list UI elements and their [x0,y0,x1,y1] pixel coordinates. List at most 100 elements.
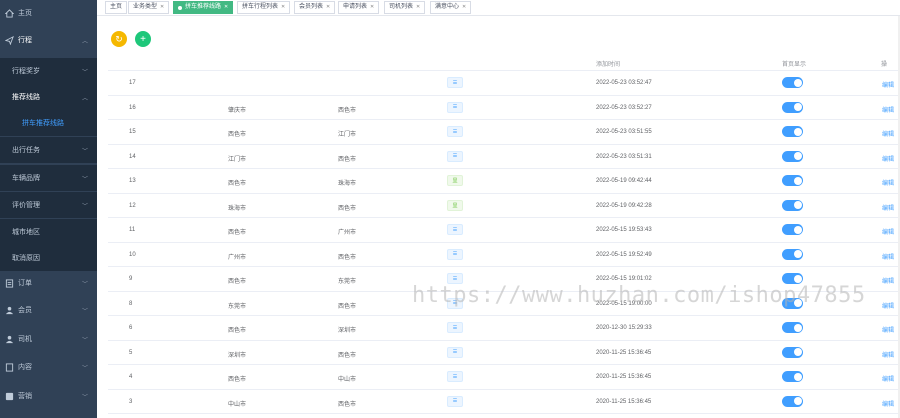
marketing-icon [5,392,14,401]
close-icon[interactable]: ✕ [326,2,330,13]
sidebar-item-cancel-reasons[interactable]: 取消原因 [0,245,97,271]
home-display-toggle[interactable] [782,346,803,358]
row-added-time: 2022-05-15 19:01:02 [596,276,652,282]
edit-link[interactable]: 编辑 [882,203,894,212]
sidebar-item-members[interactable]: 会员 ﹀ [0,301,97,319]
home-display-toggle[interactable] [782,175,803,186]
row-from-city: 西色市 [228,377,247,383]
edit-link[interactable]: 编辑 [882,154,894,163]
row-added-time: 2020-11-25 15:36:45 [596,398,652,405]
home-display-toggle[interactable] [782,77,803,88]
sidebar-item-label: 评价管理 [12,202,40,209]
sidebar-item-label: 会员 [18,307,32,314]
row-to-city: 珠海市 [338,181,357,187]
sidebar-item-vehicle-brands[interactable]: 车辆品牌 ﹀ [0,165,97,191]
home-display-toggle[interactable] [782,322,803,333]
row-to-city: 广州市 [338,230,357,236]
sidebar-item-marketing[interactable]: 营销 ﹀ [0,387,97,405]
send-icon [4,35,14,45]
tab-carpool-trips[interactable]: 拼车行程列表 ✕ [237,1,291,14]
refresh-button[interactable]: ↻ [111,31,127,47]
tab-carpool-routes[interactable]: 拼车推荐线路 ✕ [173,1,234,14]
sidebar-item-trip-reward[interactable]: 行程奖岁 ﹀ [0,58,97,84]
edit-link[interactable]: 编辑 [882,325,894,334]
tab-home[interactable]: 主页 [105,1,128,14]
home-display-toggle[interactable] [782,248,803,260]
row-to-city: 西色市 [338,303,357,310]
sidebar-item-home[interactable]: 主页 [0,4,97,22]
close-icon[interactable]: ✕ [370,2,374,13]
row-type-tag: 显 [447,199,463,211]
sidebar-item-cities[interactable]: 城市地区 [0,219,97,245]
tabs-bar: 主页 业务类型 ✕ 拼车推荐线路 ✕ 拼车行程列表 ✕ 会员列表 ✕ 申请列表 ✕ 司机列… [97,0,900,16]
edit-link[interactable]: 编辑 [882,178,894,187]
row-id: 8 [129,300,133,307]
row-from-city: 西色市 [228,328,247,334]
tab-label: 司机列表 [389,4,414,10]
home-display-toggle[interactable] [782,199,803,211]
home-display-toggle[interactable] [782,126,803,137]
edit-link[interactable]: 编辑 [882,252,894,261]
edit-link[interactable]: 编辑 [882,399,894,408]
table-row: 13 西色市 珠海市 显 2022-05-19 09:42:44 编辑 [108,169,900,194]
row-from-city: 东莞市 [228,303,247,310]
sidebar-item-content[interactable]: 内容 ﹀ [0,358,97,376]
table-header: 添加时间 首页显示 操 [108,55,900,71]
edit-link[interactable]: 编辑 [882,105,894,114]
edit-link[interactable]: 编辑 [882,276,894,285]
close-icon[interactable]: ✕ [462,2,466,13]
row-added-time: 2022-05-19 09:42:28 [596,202,652,209]
row-from-city: 肇庆市 [228,107,247,114]
edit-link[interactable]: 编辑 [882,129,894,138]
row-from-city: 广州市 [228,254,247,261]
home-display-toggle[interactable] [782,371,803,382]
column-header-home-display: 首页显示 [782,62,807,68]
close-icon[interactable]: ✕ [224,2,228,13]
chevron-down-icon: ﹀ [81,203,88,210]
sidebar-item-trip[interactable]: 行程 ︿ [0,31,97,49]
row-id: 4 [129,374,133,380]
chevron-up-icon: ︿ [81,95,88,102]
table-row: 12 珠海市 西色市 显 2022-05-19 09:42:28 编辑 [108,194,900,218]
close-icon[interactable]: ✕ [160,2,164,13]
row-type-tag: 显 [447,175,463,186]
home-display-toggle[interactable] [782,395,803,407]
sidebar-item-carpool-routes[interactable]: 拼车推荐线路 [0,110,97,136]
row-type-tag: ☰ [447,346,463,358]
tab-member-list[interactable]: 会员列表 ✕ [294,1,336,14]
row-type-tag: ☰ [447,395,463,407]
row-to-city: 西色市 [338,352,357,359]
tab-driver-list[interactable]: 司机列表 ✕ [384,1,426,14]
row-from-city: 深圳市 [228,352,247,359]
row-id: 16 [129,104,136,111]
edit-link[interactable]: 编辑 [882,80,894,89]
add-button[interactable]: + [135,31,151,47]
home-display-toggle[interactable] [782,101,803,113]
sidebar-item-trip-tasks[interactable]: 出行任务 ﹀ [0,137,97,163]
row-id: 10 [129,251,136,258]
row-id: 12 [129,202,136,209]
edit-link[interactable]: 编辑 [882,301,894,310]
close-icon[interactable]: ✕ [416,2,420,13]
row-to-city: 东莞市 [338,279,357,285]
home-display-toggle[interactable] [782,224,803,235]
edit-link[interactable]: 编辑 [882,350,894,359]
edit-link[interactable]: 编辑 [882,374,894,383]
row-type-tag: ☰ [447,126,463,137]
home-display-toggle[interactable] [782,150,803,162]
tab-business-type[interactable]: 业务类型 ✕ [128,1,170,14]
sidebar-item-label: 出行任务 [12,147,40,154]
sidebar-item-orders[interactable]: 订单 ﹀ [0,274,97,292]
sidebar-item-drivers[interactable]: 司机 ﹀ [0,330,97,348]
edit-link[interactable]: 编辑 [882,227,894,236]
sidebar-item-label: 行程奖岁 [12,68,40,75]
sidebar-item-recommended-routes[interactable]: 推荐线路 ︿ [0,84,97,110]
close-icon[interactable]: ✕ [281,2,285,13]
tab-satisfaction[interactable]: 满意中心 ✕ [430,1,472,14]
row-to-city: 西色市 [338,254,357,261]
rotate-icon: ↻ [115,33,123,44]
tab-apply-list[interactable]: 申请列表 ✕ [338,1,380,14]
row-from-city: 中山市 [228,401,247,408]
sidebar-item-reviews[interactable]: 评价管理 ﹀ [0,192,97,218]
row-type-tag: ☰ [447,150,463,162]
